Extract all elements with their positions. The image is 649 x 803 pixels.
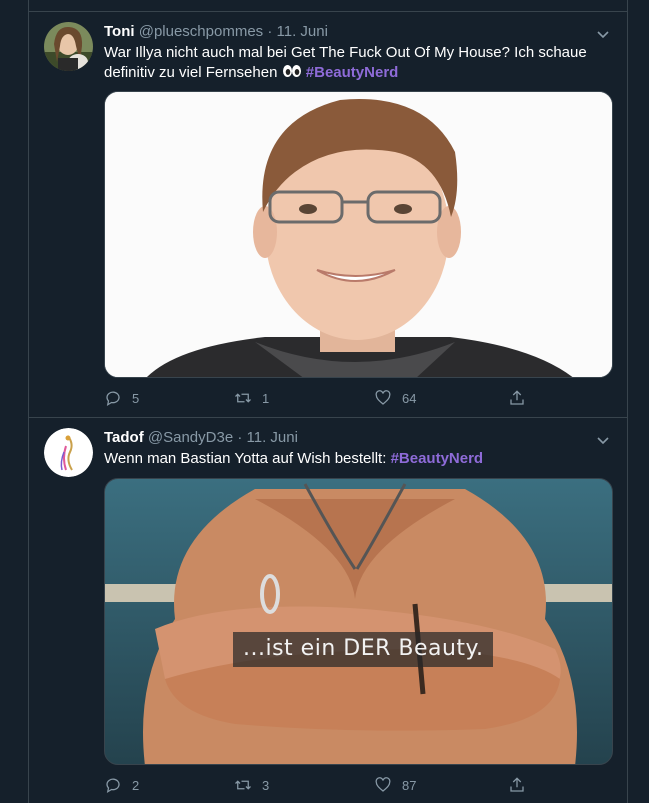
timeline-column: Toni @plueschpommes · 11. Juni War Illya… — [28, 0, 628, 803]
tweet[interactable]: Toni @plueschpommes · 11. Juni War Illya… — [29, 12, 627, 418]
tweet-actions: 2 3 87 — [104, 775, 554, 795]
user-handle[interactable]: @plueschpommes — [139, 23, 263, 40]
tweet-date[interactable]: 11. Juni — [277, 23, 328, 40]
tweet-media-photo[interactable]: ...ist ein DER Beauty. — [104, 478, 613, 765]
tweet[interactable]: Tadof @SandyD3e · 11. Juni Wenn man Bast… — [29, 418, 627, 803]
like-button[interactable]: 87 — [374, 775, 416, 795]
retweet-button[interactable]: 1 — [234, 388, 269, 408]
share-button[interactable] — [508, 388, 536, 408]
like-count: 87 — [402, 777, 417, 793]
separator: · — [267, 23, 273, 40]
eyes-emoji-icon — [282, 65, 301, 77]
hashtag-link[interactable]: #BeautyNerd — [306, 64, 399, 81]
share-icon — [510, 390, 524, 405]
retweet-button[interactable]: 3 — [234, 775, 269, 795]
share-button[interactable] — [508, 775, 536, 795]
tweet-date[interactable]: 11. Juni — [247, 429, 298, 446]
retweet-count: 3 — [262, 777, 270, 793]
avatar[interactable] — [44, 22, 93, 71]
tweet-text: War Illya nicht auch mal bei Get The Fuc… — [104, 43, 604, 83]
reply-button[interactable]: 2 — [104, 775, 139, 795]
media-caption: ...ist ein DER Beauty. — [233, 632, 494, 667]
avatar[interactable] — [44, 428, 93, 477]
tweet-body: Wenn man Bastian Yotta auf Wish bestellt… — [104, 450, 387, 467]
chevron-down-icon[interactable] — [595, 26, 611, 42]
retweet-icon — [235, 393, 251, 403]
chevron-down-icon[interactable] — [595, 432, 611, 448]
separator: · — [237, 429, 243, 446]
user-handle[interactable]: @SandyD3e — [148, 429, 233, 446]
tweet-header: Tadof @SandyD3e · 11. Juni — [104, 428, 298, 448]
reply-icon — [106, 778, 120, 794]
tweet-actions: 5 1 64 — [104, 388, 554, 408]
reply-count: 5 — [132, 390, 140, 406]
tweet-media-photo[interactable] — [104, 91, 613, 378]
like-icon — [375, 390, 391, 405]
reply-count: 2 — [132, 777, 140, 793]
like-button[interactable]: 64 — [374, 388, 416, 408]
tweet-header: Toni @plueschpommes · 11. Juni — [104, 22, 328, 42]
display-name[interactable]: Toni — [104, 23, 135, 40]
retweet-icon — [235, 780, 251, 790]
share-icon — [510, 777, 524, 792]
hashtag-link[interactable]: #BeautyNerd — [391, 450, 484, 467]
like-icon — [375, 777, 391, 792]
tweet-text: Wenn man Bastian Yotta auf Wish bestellt… — [104, 449, 604, 469]
retweet-count: 1 — [262, 390, 270, 406]
reply-icon — [106, 391, 120, 407]
display-name[interactable]: Tadof — [104, 429, 144, 446]
reply-button[interactable]: 5 — [104, 388, 139, 408]
like-count: 64 — [402, 390, 417, 406]
